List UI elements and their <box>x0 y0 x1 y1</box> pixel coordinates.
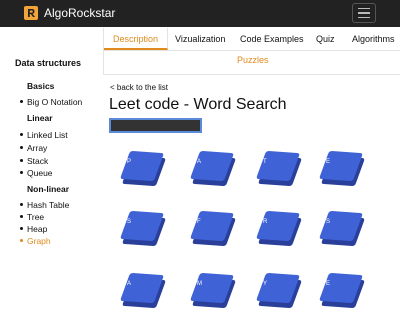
page-title: Leet code - Word Search <box>109 96 287 113</box>
tile-letter: R <box>263 219 268 225</box>
hamburger-menu-icon[interactable] <box>352 3 376 23</box>
tabs-divider <box>104 50 400 51</box>
tab-code-examples[interactable]: Code Examples <box>240 34 304 45</box>
back-to-list-link[interactable]: < back to the list <box>110 83 168 93</box>
tile-letter: Y <box>263 281 268 287</box>
sidebar-heading: Data structures <box>15 58 82 68</box>
word-input[interactable] <box>109 118 202 133</box>
tile-letter: S <box>127 219 132 225</box>
algorockstar-logo-icon[interactable] <box>24 6 38 20</box>
sidebar-item-big-o-notation[interactable]: Big O Notation <box>20 97 82 108</box>
tab-vizualization[interactable]: Vizualization <box>175 34 225 45</box>
tab-algorithms[interactable]: Algorithms <box>352 34 395 45</box>
tab-quiz[interactable]: Quiz <box>316 34 335 45</box>
tab-puzzles[interactable]: Puzzles <box>237 55 269 66</box>
letter-tile[interactable]: F <box>187 208 239 248</box>
letter-tile[interactable]: E <box>316 148 368 188</box>
letter-tile[interactable]: Y <box>253 270 305 310</box>
tile-letter: E <box>326 281 331 287</box>
tile-letter: M <box>197 281 202 287</box>
sidebar-group-non-linear: Non-linear <box>27 184 70 194</box>
tile-letter: E <box>326 159 331 165</box>
sidebar-item-hash-table[interactable]: Hash Table <box>20 200 69 211</box>
brand-name[interactable]: AlgoRockstar <box>44 6 115 21</box>
sidebar-item-tree[interactable]: Tree <box>20 212 44 223</box>
content-tabs: Description Vizualization Code Examples … <box>103 28 400 75</box>
tile-letter: A <box>127 281 132 287</box>
sidebar-item-stack[interactable]: Stack <box>20 156 48 167</box>
letter-tile[interactable]: R <box>253 208 305 248</box>
tile-letter: S <box>326 219 331 225</box>
tile-letter: F <box>197 219 201 225</box>
letter-tile[interactable]: E <box>316 270 368 310</box>
sidebar: Data structures Basics Big O Notation Li… <box>0 28 103 321</box>
tile-letter: T <box>263 159 267 165</box>
letter-tile[interactable]: A <box>187 148 239 188</box>
sidebar-item-array[interactable]: Array <box>20 143 47 154</box>
sidebar-group-linear: Linear <box>27 113 53 123</box>
letter-tile[interactable]: P <box>117 148 169 188</box>
tile-letter: P <box>127 159 132 165</box>
top-navbar: AlgoRockstar <box>0 0 400 27</box>
sidebar-item-heap[interactable]: Heap <box>20 224 47 235</box>
sidebar-item-queue[interactable]: Queue <box>20 168 53 179</box>
letter-tile[interactable]: S <box>316 208 368 248</box>
letter-tile[interactable]: T <box>253 148 305 188</box>
letter-tile[interactable]: A <box>117 270 169 310</box>
sidebar-group-basics: Basics <box>27 81 55 91</box>
tab-description[interactable]: Description <box>113 34 158 45</box>
letter-tile[interactable]: S <box>117 208 169 248</box>
sidebar-item-linked-list[interactable]: Linked List <box>20 130 68 141</box>
letter-tile[interactable]: M <box>187 270 239 310</box>
tile-letter: A <box>197 159 202 165</box>
sidebar-item-graph[interactable]: Graph <box>20 236 51 247</box>
